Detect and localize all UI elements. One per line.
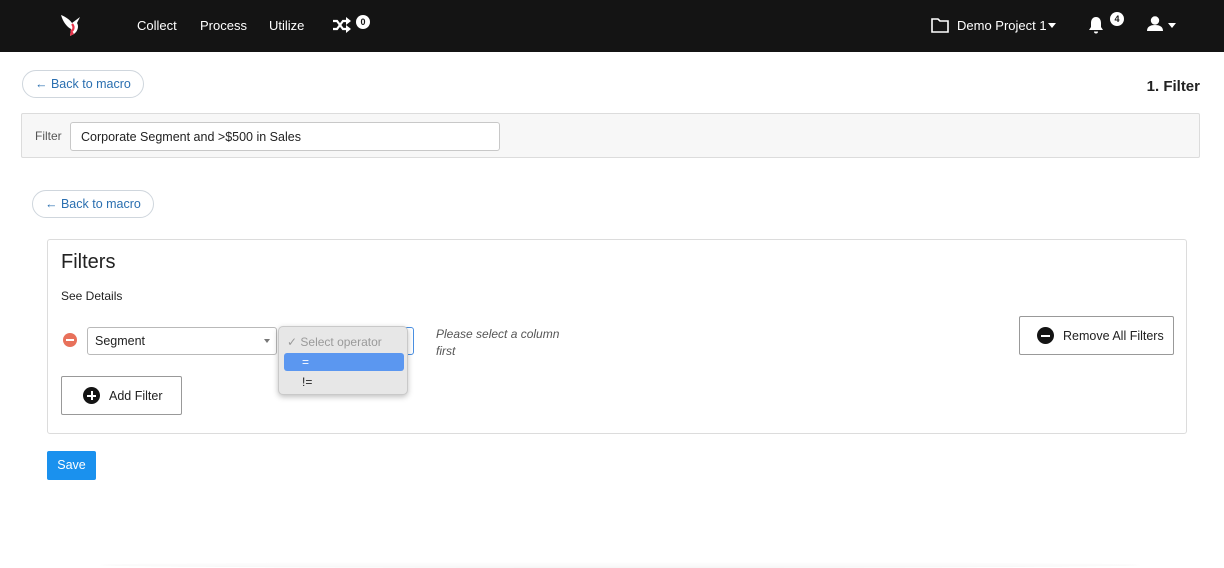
see-details-link[interactable]: See Details: [61, 289, 122, 303]
remove-all-filters-button[interactable]: Remove All Filters: [1019, 316, 1174, 355]
nav-process[interactable]: Process: [200, 18, 247, 33]
filters-heading: Filters: [61, 251, 116, 273]
operator-option-placeholder[interactable]: ✓ Select operator: [284, 333, 404, 351]
nav-collect[interactable]: Collect: [137, 18, 177, 33]
user-caret-icon: [1168, 23, 1176, 28]
filter-name-bar: Filter: [21, 113, 1200, 158]
back-to-macro-button-secondary[interactable]: ← Back to macro: [32, 190, 154, 218]
operator-dropdown-list: ✓ Select operator = !=: [278, 326, 408, 395]
shuffle-icon[interactable]: [331, 15, 353, 35]
top-navbar: Collect Process Utilize 0 Demo Project 1…: [0, 0, 1224, 52]
plus-circle-icon: [83, 387, 100, 404]
chevron-down-icon: [1048, 23, 1056, 28]
filters-panel: Filters See Details Segment Please selec…: [47, 239, 1187, 434]
save-button[interactable]: Save: [47, 451, 96, 480]
shuffle-count-badge: 0: [356, 15, 370, 29]
bottom-shadow: [100, 562, 1140, 568]
operator-option-equals[interactable]: =: [284, 353, 404, 371]
bell-icon[interactable]: [1088, 16, 1104, 34]
column-select[interactable]: Segment: [87, 327, 277, 355]
remove-all-filters-label: Remove All Filters: [1063, 329, 1164, 343]
user-menu[interactable]: [1146, 15, 1178, 35]
select-column-hint: Please select a column first: [436, 327, 560, 358]
bird-logo-icon[interactable]: [58, 12, 86, 38]
add-filter-button[interactable]: Add Filter: [61, 376, 182, 415]
folder-icon: [931, 18, 949, 33]
back-to-macro-button[interactable]: ← Back to macro: [22, 70, 144, 98]
filter-name-input[interactable]: [70, 122, 500, 151]
column-select-value: Segment: [95, 334, 146, 348]
step-title: 1. Filter: [1146, 78, 1200, 95]
add-filter-label: Add Filter: [109, 389, 163, 403]
filter-label: Filter: [35, 129, 62, 143]
project-name: Demo Project 1: [957, 18, 1047, 33]
minus-circle-icon: [1037, 327, 1054, 344]
remove-filter-icon[interactable]: [63, 333, 77, 347]
operator-option-not-equals[interactable]: !=: [284, 373, 404, 391]
chevron-down-icon: [264, 339, 270, 343]
user-icon: [1147, 16, 1163, 31]
notification-count-badge: 4: [1110, 12, 1124, 26]
nav-utilize[interactable]: Utilize: [269, 18, 304, 33]
